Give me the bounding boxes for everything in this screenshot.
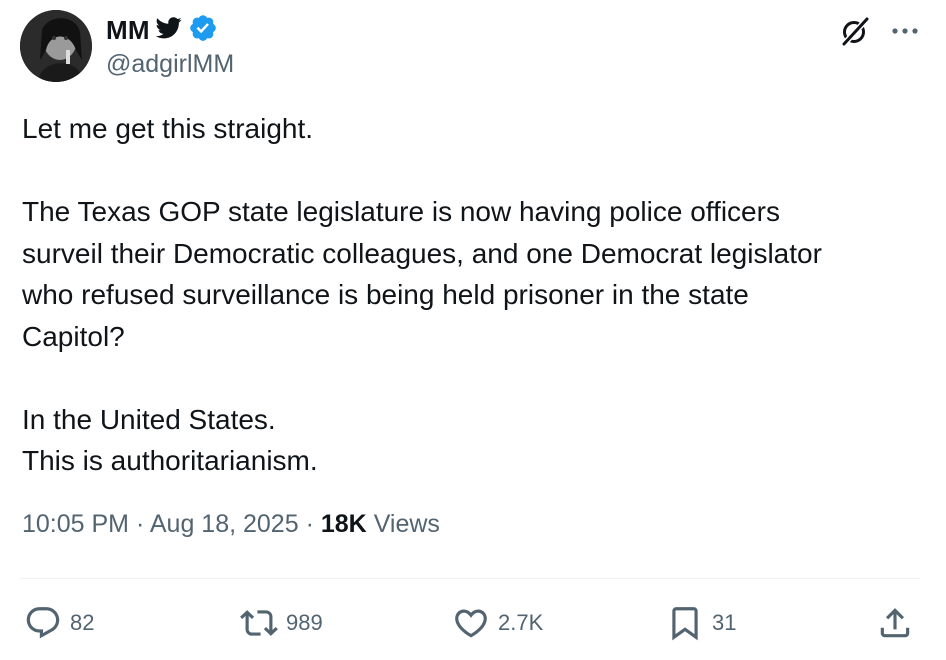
verified-badge-icon[interactable]: [188, 13, 218, 48]
bookmark-count: 31: [712, 610, 737, 635]
tweet-line: In the United States.: [22, 403, 276, 435]
meta-separator: ·: [135, 510, 145, 538]
reply-count: 82: [70, 610, 95, 635]
divider: [20, 578, 920, 579]
author-name-row: MM: [106, 14, 218, 46]
tweet-text: Let me get this straight. The Texas GOP …: [22, 108, 922, 482]
bookmark-button[interactable]: 31: [666, 603, 736, 643]
bird-icon: [155, 16, 182, 44]
tweet-line: Let me get this straight.: [22, 113, 314, 144]
tweet-line: who refused surveillance is being held p…: [22, 279, 749, 310]
repost-icon: [240, 604, 278, 642]
tweet-date[interactable]: Aug 18, 2025: [150, 510, 299, 538]
repost-count: 989: [286, 610, 323, 635]
views-label: Views: [373, 510, 440, 538]
avatar[interactable]: [20, 10, 92, 82]
more-icon[interactable]: [890, 16, 920, 46]
heart-icon: [452, 604, 490, 642]
author-handle[interactable]: @adgirlMM: [106, 50, 234, 79]
views-count: 18K: [320, 510, 367, 538]
tweet-line: Capitol?: [22, 320, 125, 352]
author-display-name[interactable]: MM: [106, 15, 150, 46]
tweet-card: MM @adgirlMM Let me get this straight. T…: [0, 0, 946, 660]
meta-separator: ·: [305, 510, 314, 538]
tweet-line-break: [22, 150, 922, 192]
bookmark-icon: [666, 604, 704, 642]
grok-icon[interactable]: [838, 14, 872, 48]
like-count: 2.7K: [498, 610, 544, 635]
tweet-time[interactable]: 10:05 PM: [22, 510, 129, 538]
reply-button[interactable]: 82: [24, 603, 94, 643]
share-button[interactable]: [876, 603, 914, 643]
reply-icon: [24, 604, 62, 642]
like-button[interactable]: 2.7K: [452, 603, 543, 643]
repost-button[interactable]: 989: [240, 603, 323, 643]
tweet-line-break: [22, 357, 922, 399]
tweet-line: surveil their Democratic colleagues, and…: [22, 237, 822, 269]
tweet-line: This is authoritarianism.: [22, 445, 318, 476]
tweet-meta: 10:05 PM · Aug 18, 2025 · 18K Views: [22, 510, 440, 539]
share-icon: [876, 604, 914, 642]
tweet-line: The Texas GOP state legislature is now h…: [22, 196, 780, 227]
